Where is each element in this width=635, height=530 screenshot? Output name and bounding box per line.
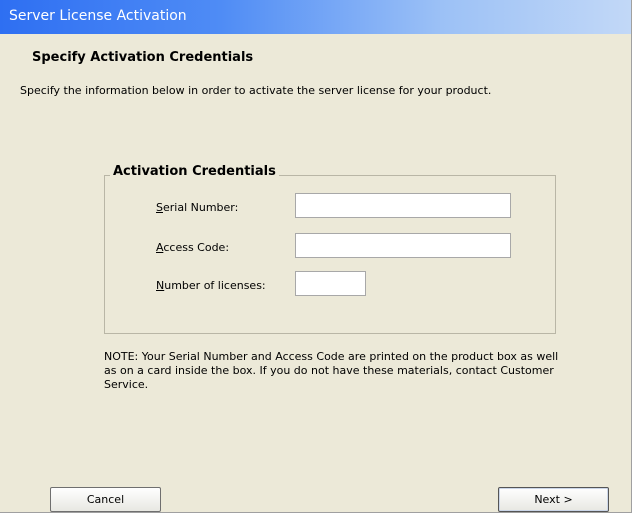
serial-number-input[interactable] (295, 193, 511, 218)
access-code-input[interactable] (295, 233, 511, 258)
number-of-licenses-label: Number of licenses: (156, 279, 266, 292)
serial-number-label: Serial Number: (156, 201, 238, 214)
note-text: NOTE: Your Serial Number and Access Code… (104, 350, 559, 391)
number-of-licenses-input[interactable] (295, 271, 366, 296)
window-title: Server License Activation (9, 8, 187, 24)
number-of-licenses-access-key: N (156, 279, 165, 292)
serial-number-access-key: S (156, 201, 163, 214)
next-button[interactable]: Next > (498, 487, 609, 512)
title-bar[interactable]: Server License Activation (0, 0, 631, 34)
access-code-label-text: ccess Code: (163, 241, 230, 254)
page-description: Specify the information below in order t… (20, 84, 492, 97)
access-code-label: Access Code: (156, 241, 229, 254)
page-heading: Specify Activation Credentials (32, 50, 254, 65)
dialog-window: Server License Activation Specify Activa… (0, 0, 632, 513)
cancel-button[interactable]: Cancel (50, 487, 161, 512)
credentials-group-title: Activation Credentials (110, 164, 279, 179)
number-of-licenses-label-text: umber of licenses: (164, 279, 266, 292)
serial-number-label-text: erial Number: (162, 201, 239, 214)
